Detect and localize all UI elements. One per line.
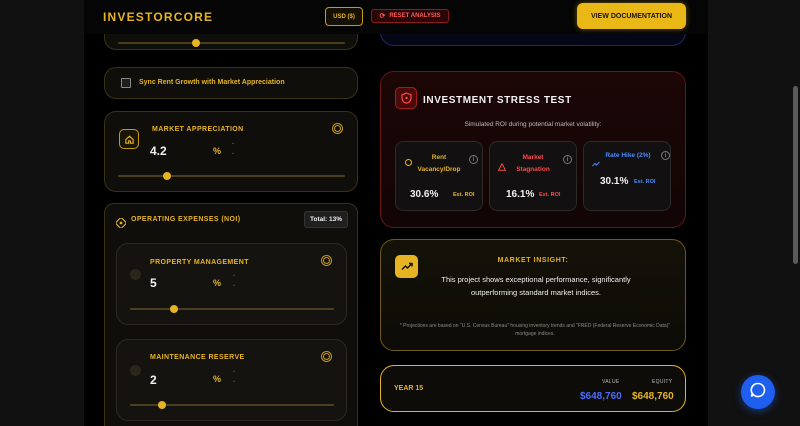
- percent-unit: %: [213, 278, 222, 288]
- value-header: VALUE: [602, 379, 620, 385]
- info-icon[interactable]: [332, 123, 343, 134]
- market-insight-body: This project shows exceptional performan…: [441, 275, 631, 297]
- status-dot: [130, 365, 141, 376]
- market-appreciation-card: MARKET APPRECIATION 4.2 % ⌃ ⌄: [104, 111, 358, 192]
- status-dot: [130, 269, 141, 280]
- home-icon: [119, 129, 139, 149]
- maintenance-reserve-thumb[interactable]: [158, 401, 166, 409]
- scenario-label-line1: Rate Hike (2%): [605, 152, 651, 159]
- property-management-card: PROPERTY MANAGEMENT 5 % ⌃ ⌄: [116, 243, 347, 325]
- value-amount: $648,760: [580, 391, 622, 402]
- top-header: INVESTORCORE USD ($) ⟳ RESET ANALYSIS VI…: [84, 0, 708, 34]
- sync-checkbox[interactable]: [121, 78, 131, 88]
- opex-card: OPERATING EXPENSES (NOI) Total: 13% PROP…: [104, 203, 358, 426]
- chat-bubble-icon: [750, 382, 766, 403]
- percent-unit: %: [213, 374, 222, 384]
- market-appreciation-label: MARKET APPRECIATION: [152, 126, 244, 133]
- scenario-market-stagnation: Market Stagnation i 16.1% Est. ROI: [489, 141, 577, 211]
- slider-thumb[interactable]: [192, 39, 200, 47]
- alert-circle-icon: [405, 159, 412, 166]
- equity-header: EQUITY: [652, 379, 673, 385]
- equity-amount: $648,760: [632, 391, 674, 402]
- info-icon[interactable]: [321, 351, 332, 362]
- property-management-thumb[interactable]: [170, 305, 178, 313]
- chat-button[interactable]: [741, 375, 775, 409]
- warning-triangle-icon: [497, 158, 507, 176]
- stress-test-title: INVESTMENT STRESS TEST: [423, 95, 572, 106]
- reset-label: RESET ANALYSIS: [389, 13, 441, 19]
- opex-total-badge: Total: 13%: [304, 211, 348, 228]
- scenario-rent-vacancy: Rent Vacancy/Drop i 30.6% Est. ROI: [395, 141, 483, 211]
- currency-button[interactable]: USD ($): [325, 7, 363, 26]
- scenario-value: 30.6%: [410, 189, 439, 200]
- percent-unit: %: [213, 146, 222, 156]
- scenario-label-line1: Market: [522, 154, 544, 161]
- market-insight-card: MARKET INSIGHT: This project shows excep…: [380, 239, 686, 351]
- stress-test-subtitle: Simulated ROI during potential market vo…: [464, 121, 602, 128]
- stepper[interactable]: ⌃ ⌄: [229, 143, 237, 159]
- app-logo[interactable]: INVESTORCORE: [103, 10, 213, 24]
- sync-card[interactable]: Sync Rent Growth with Market Appreciatio…: [104, 67, 358, 99]
- scenario-label-line1: Rent: [431, 154, 447, 161]
- opex-label: OPERATING EXPENSES (NOI): [131, 216, 241, 223]
- left-gutter: [0, 0, 84, 426]
- property-management-input[interactable]: 5: [150, 276, 157, 290]
- scrollbar-thumb[interactable]: [793, 86, 798, 264]
- sync-label: Sync Rent Growth with Market Appreciatio…: [139, 79, 285, 86]
- scenario-value: 16.1%: [506, 189, 535, 200]
- market-insight-title: MARKET INSIGHT:: [497, 257, 569, 264]
- market-appreciation-input[interactable]: 4.2: [150, 144, 167, 158]
- right-gutter: [708, 0, 800, 426]
- maintenance-reserve-input[interactable]: 2: [150, 373, 157, 387]
- property-management-slider[interactable]: [130, 308, 334, 310]
- scenario-value: 30.1%: [600, 176, 629, 187]
- property-management-label: PROPERTY MANAGEMENT: [150, 259, 249, 266]
- info-icon[interactable]: i: [563, 155, 572, 164]
- scenario-label-line2: Stagnation: [516, 166, 550, 173]
- info-icon[interactable]: i: [661, 151, 670, 160]
- info-icon[interactable]: i: [469, 155, 478, 164]
- trending-up-icon: [592, 154, 600, 172]
- stepper[interactable]: ⌃ ⌄: [230, 275, 238, 291]
- scenario-tag: Est. ROI: [634, 179, 656, 185]
- market-insight-note: * Projections are based on "U.S. Census …: [399, 323, 671, 337]
- stress-test-card: INVESTMENT STRESS TEST Simulated ROI dur…: [380, 71, 686, 228]
- scenario-tag: Est. ROI: [453, 192, 475, 198]
- main-panel: Sync Rent Growth with Market Appreciatio…: [84, 0, 708, 426]
- coins-icon: [115, 215, 127, 233]
- shield-icon: [395, 87, 417, 109]
- scenario-label-line2: Vacancy/Drop: [417, 166, 461, 173]
- scenario-rate-hike: Rate Hike (2%) i 30.1% Est. ROI: [583, 141, 671, 211]
- info-icon[interactable]: [321, 255, 332, 266]
- refresh-icon: ⟳: [379, 13, 386, 20]
- view-documentation-button[interactable]: VIEW DOCUMENTATION: [577, 3, 686, 29]
- maintenance-reserve-label: MAINTENANCE RESERVE: [150, 354, 245, 361]
- market-appreciation-slider[interactable]: [118, 175, 345, 177]
- year-label: YEAR 15: [394, 385, 424, 392]
- slider-track[interactable]: [118, 42, 345, 44]
- maintenance-reserve-card: MAINTENANCE RESERVE 2 % ⌃ ⌄: [116, 339, 347, 421]
- scenario-tag: Est. ROI: [539, 192, 561, 198]
- market-appreciation-thumb[interactable]: [163, 172, 171, 180]
- year-summary-card: YEAR 15 VALUE $648,760 EQUITY $648,760: [380, 365, 686, 412]
- stepper[interactable]: ⌃ ⌄: [230, 371, 238, 387]
- reset-analysis-button[interactable]: ⟳ RESET ANALYSIS: [371, 9, 449, 23]
